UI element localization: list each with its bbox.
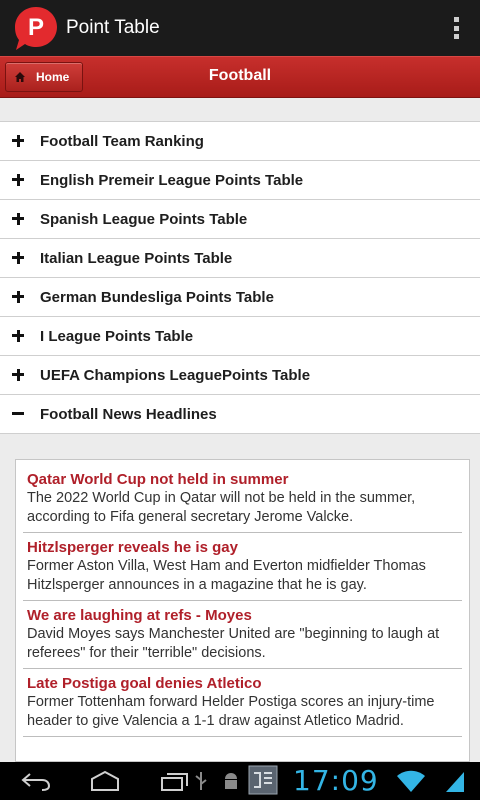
news-headline[interactable]: Late Postiga goal denies Atletico (27, 674, 462, 693)
app-title: Point Table (66, 17, 160, 38)
signal-icon (446, 772, 464, 792)
menu-item-label: German Bundesliga Points Table (40, 288, 274, 306)
action-bar: P Point Table (0, 0, 480, 56)
overflow-menu-icon[interactable] (446, 14, 466, 42)
news-summary: Former Tottenham forward Helder Postiga … (27, 694, 435, 729)
notification-app-icon (248, 765, 278, 795)
menu-item-i-league[interactable]: I League Points Table (0, 317, 480, 356)
minus-icon (12, 407, 26, 421)
menu-item-english-premier-league[interactable]: English Premeir League Points Table (0, 161, 480, 200)
news-panel: Qatar World Cup not held in summer The 2… (15, 459, 470, 762)
menu-item-football-news-headlines[interactable]: Football News Headlines (0, 395, 480, 434)
menu-item-spanish-league[interactable]: Spanish League Points Table (0, 200, 480, 239)
svg-text:P: P (28, 14, 44, 41)
category-list: Football Team Ranking English Premeir Le… (0, 121, 480, 434)
news-item[interactable]: We are laughing at refs - Moyes David Mo… (23, 606, 462, 669)
usb-icon (195, 772, 207, 790)
menu-item-label: Football Team Ranking (40, 132, 204, 150)
plus-icon (12, 251, 26, 265)
plus-icon (12, 173, 26, 187)
menu-item-italian-league[interactable]: Italian League Points Table (0, 239, 480, 278)
menu-item-label: English Premeir League Points Table (40, 171, 304, 189)
section-header: Home Football (0, 56, 480, 98)
news-item[interactable]: Late Postiga goal denies Atletico Former… (23, 674, 462, 737)
menu-item-label: Football News Headlines (40, 405, 217, 423)
wifi-icon (397, 770, 425, 792)
app-logo-icon[interactable]: P (12, 4, 60, 52)
news-headline[interactable]: Qatar World Cup not held in summer (27, 470, 462, 489)
plus-icon (12, 368, 26, 382)
news-item[interactable]: Hitzlsperger reveals he is gay Former As… (23, 538, 462, 601)
news-headline[interactable]: We are laughing at refs - Moyes (27, 606, 462, 625)
menu-item-label: Spanish League Points Table (40, 210, 248, 228)
plus-icon (12, 290, 26, 304)
news-summary: The 2022 World Cup in Qatar will not be … (27, 490, 416, 525)
menu-item-uefa-champions-league[interactable]: UEFA Champions LeaguePoints Table (0, 356, 480, 395)
news-summary: Former Aston Villa, West Ham and Everton… (27, 558, 426, 593)
android-debug-icon (225, 773, 237, 789)
system-bar: 17:09 (0, 762, 480, 800)
back-icon[interactable] (20, 770, 52, 792)
news-summary: David Moyes says Manchester United are "… (27, 626, 440, 661)
recent-apps-icon[interactable] (160, 770, 192, 792)
plus-icon (12, 212, 26, 226)
clock: 17:09 (293, 764, 379, 797)
home-nav-icon[interactable] (88, 770, 122, 792)
news-headline[interactable]: Hitzlsperger reveals he is gay (27, 538, 462, 557)
news-item[interactable]: Qatar World Cup not held in summer The 2… (23, 470, 462, 533)
menu-item-label: Italian League Points Table (40, 249, 233, 267)
menu-item-german-bundesliga[interactable]: German Bundesliga Points Table (0, 278, 480, 317)
menu-item-label: UEFA Champions LeaguePoints Table (40, 366, 311, 384)
menu-item-football-team-ranking[interactable]: Football Team Ranking (0, 122, 480, 161)
menu-item-label: I League Points Table (40, 327, 194, 345)
plus-icon (12, 134, 26, 148)
page-title: Football (208, 67, 272, 84)
plus-icon (12, 329, 26, 343)
